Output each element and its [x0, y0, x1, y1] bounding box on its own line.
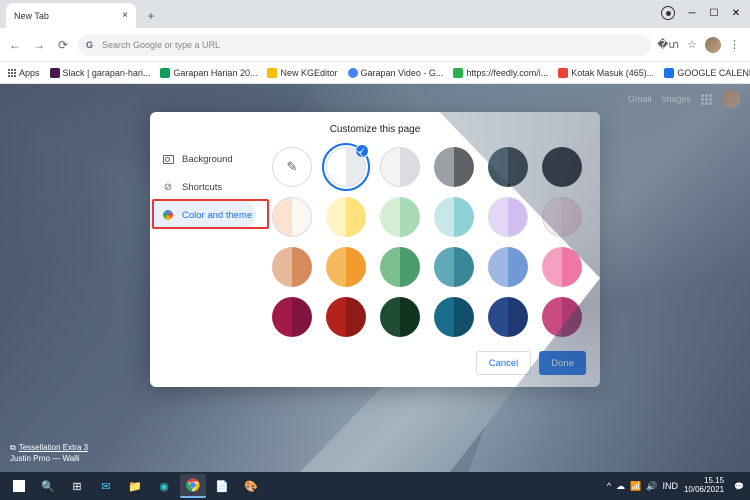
image-icon	[162, 153, 174, 165]
sidebar-item-color-theme[interactable]: Color and theme	[150, 201, 256, 229]
color-swatch[interactable]	[380, 147, 420, 187]
address-placeholder: Search Google or type a URL	[102, 40, 220, 50]
color-swatch[interactable]	[434, 297, 474, 337]
search-provider-icon: G	[86, 40, 96, 50]
google-icon	[348, 68, 358, 78]
color-swatch[interactable]	[380, 247, 420, 287]
share-icon[interactable]: �տ	[657, 38, 679, 51]
profile-avatar[interactable]	[705, 37, 721, 53]
palette-icon	[162, 209, 174, 221]
account-avatar[interactable]	[722, 90, 740, 108]
sidebar-item-shortcuts[interactable]: ⊘ Shortcuts	[150, 173, 262, 201]
taskbar-app-mail[interactable]: ✉	[93, 474, 119, 498]
color-swatch[interactable]	[542, 197, 582, 237]
bookmark-item[interactable]: GOOGLE CALENDAR	[664, 68, 750, 78]
taskbar-app-chrome[interactable]	[180, 474, 206, 498]
color-swatch[interactable]	[542, 147, 582, 187]
apps-icon	[8, 69, 16, 77]
bookmark-item[interactable]: Slack | garapan-hari...	[50, 68, 151, 78]
new-tab-button[interactable]: +	[141, 6, 161, 26]
minimize-button[interactable]: ─	[682, 4, 702, 22]
tray-volume-icon[interactable]: 🔊	[646, 481, 657, 492]
sheets-icon	[160, 68, 170, 78]
bookmark-item[interactable]: Garapan Harian 20...	[160, 68, 257, 78]
color-swatch[interactable]	[326, 297, 366, 337]
color-swatch[interactable]	[542, 297, 582, 337]
images-link[interactable]: Images	[661, 94, 691, 104]
notifications-icon[interactable]: 💬	[734, 482, 744, 491]
taskbar-clock[interactable]: 15.15 10/06/2021	[684, 477, 728, 495]
color-swatch[interactable]	[326, 247, 366, 287]
bookmark-item[interactable]: https://feedly.com/i...	[453, 68, 548, 78]
done-button[interactable]: Done	[539, 351, 586, 375]
maximize-button[interactable]: ☐	[704, 4, 724, 22]
bookmark-item[interactable]: Kotak Masuk (465)...	[558, 68, 654, 78]
color-swatch[interactable]	[488, 147, 528, 187]
dialog-sidebar: Background ⊘ Shortcuts Color and theme	[150, 141, 262, 343]
pencil-icon: ✎	[272, 147, 312, 187]
color-swatch[interactable]	[380, 297, 420, 337]
check-icon: ✓	[355, 144, 369, 158]
start-button[interactable]	[6, 474, 32, 498]
tab-title: New Tab	[14, 11, 49, 21]
color-swatch[interactable]	[488, 297, 528, 337]
link-icon: ⊘	[162, 181, 174, 193]
taskbar: 🔍 ⊞ ✉ 📁 ◉ 📄 🎨 ^ ☁ 📶 🔊 IND 15.15 10/06/20…	[0, 472, 750, 500]
color-swatch-grid: ✎✓	[262, 141, 600, 343]
color-swatch[interactable]	[272, 247, 312, 287]
reload-button[interactable]: ⟳	[54, 36, 72, 54]
close-tab-icon[interactable]: ×	[122, 10, 128, 21]
gmail-link[interactable]: Gmail	[628, 94, 652, 104]
new-tab-page: Gmail Images Customize this page Backgro…	[0, 84, 750, 472]
bookmark-bar: Apps Slack | garapan-hari... Garapan Har…	[0, 62, 750, 84]
tray-cloud-icon[interactable]: ☁	[616, 481, 625, 492]
taskbar-app-paint[interactable]: 🎨	[238, 474, 264, 498]
color-swatch[interactable]	[326, 197, 366, 237]
bookmark-item[interactable]: New KGEditor	[267, 68, 337, 78]
sidebar-item-background[interactable]: Background	[150, 145, 262, 173]
link-icon: ⧉	[10, 443, 16, 453]
tray-chevron-icon[interactable]: ^	[607, 481, 611, 491]
color-swatch[interactable]	[434, 247, 474, 287]
dialog-title: Customize this page	[150, 112, 600, 141]
slack-icon	[50, 68, 60, 78]
editor-icon	[267, 68, 277, 78]
background-credit[interactable]: ⧉Tessellation Extra 3 Justin Prno — Wall…	[10, 443, 88, 464]
taskbar-app-explorer[interactable]: 📁	[122, 474, 148, 498]
color-swatch[interactable]	[272, 197, 312, 237]
browser-tab[interactable]: New Tab ×	[6, 3, 136, 28]
color-swatch[interactable]	[272, 297, 312, 337]
color-picker-swatch[interactable]: ✎	[272, 147, 312, 187]
gmail-icon	[558, 68, 568, 78]
media-indicator[interactable]	[660, 4, 680, 22]
apps-shortcut[interactable]: Apps	[8, 68, 40, 78]
color-swatch[interactable]: ✓	[326, 147, 366, 187]
bookmark-item[interactable]: Garapan Video - G...	[348, 68, 444, 78]
tray-language[interactable]: IND	[662, 481, 678, 491]
color-swatch[interactable]	[488, 197, 528, 237]
menu-icon[interactable]: ⋮	[729, 38, 740, 51]
color-swatch[interactable]	[434, 197, 474, 237]
task-view-button[interactable]: ⊞	[64, 474, 90, 498]
color-swatch[interactable]	[488, 247, 528, 287]
forward-button[interactable]: →	[30, 36, 48, 54]
feedly-icon	[453, 68, 463, 78]
address-bar[interactable]: G Search Google or type a URL	[78, 34, 651, 56]
calendar-icon	[664, 68, 674, 78]
color-swatch[interactable]	[380, 197, 420, 237]
google-apps-icon[interactable]	[701, 94, 712, 105]
cancel-button[interactable]: Cancel	[476, 351, 532, 375]
back-button[interactable]: ←	[6, 36, 24, 54]
bookmark-star-icon[interactable]: ☆	[687, 38, 697, 51]
close-window-button[interactable]: ✕	[726, 4, 746, 22]
tray-wifi-icon[interactable]: 📶	[630, 481, 641, 492]
search-button[interactable]: 🔍	[35, 474, 61, 498]
taskbar-app-edge[interactable]: ◉	[151, 474, 177, 498]
customize-dialog: Customize this page Background ⊘ Shortcu…	[150, 112, 600, 387]
color-swatch[interactable]	[434, 147, 474, 187]
taskbar-app-notes[interactable]: 📄	[209, 474, 235, 498]
color-swatch[interactable]	[542, 247, 582, 287]
